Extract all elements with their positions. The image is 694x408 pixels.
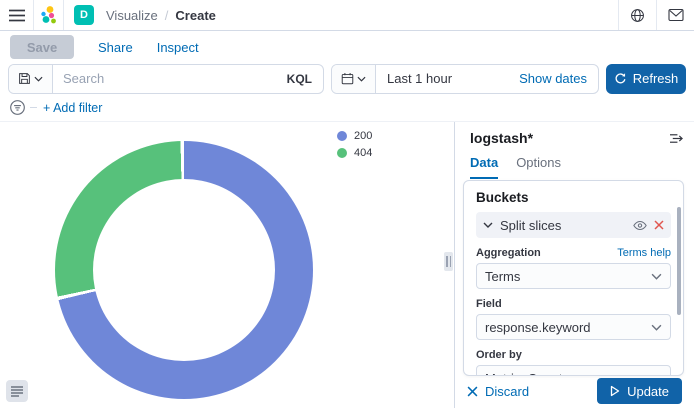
editor-panel: logstash* Data Options Buckets Split sli… <box>455 122 694 408</box>
add-filter-button[interactable]: + Add filter <box>43 101 102 115</box>
chevron-down-icon <box>651 273 662 280</box>
refresh-label: Refresh <box>633 71 679 86</box>
legend-item[interactable]: 200 <box>337 130 372 142</box>
card-scrollbar[interactable] <box>677 207 681 315</box>
aggregation-select[interactable]: Terms <box>476 263 671 289</box>
query-bar: KQL <box>8 64 324 94</box>
list-icon <box>11 386 23 397</box>
save-query-icon <box>18 72 31 85</box>
x-icon <box>654 220 664 230</box>
legend-label: 200 <box>354 130 372 142</box>
app-header: D Visualize / Create <box>0 0 694 31</box>
chevron-down-icon <box>483 222 493 228</box>
date-quick-select-button[interactable] <box>332 65 376 93</box>
legend-toggle-button[interactable] <box>6 380 28 402</box>
breadcrumb-create: Create <box>175 8 215 23</box>
panel-resize-handle[interactable] <box>444 252 453 271</box>
chevron-down-icon <box>357 76 366 82</box>
tab-options[interactable]: Options <box>516 155 561 179</box>
aggregation-label-row: Aggregation Terms help <box>476 247 671 259</box>
query-row: KQL Last 1 hour Show dates Refresh <box>0 63 694 94</box>
time-range-value[interactable]: Last 1 hour <box>376 71 452 86</box>
eye-icon <box>633 220 647 231</box>
buckets-card: Buckets Split slices Aggreg <box>463 180 684 376</box>
kibana-visualize-app: D Visualize / Create Save Share Inspect <box>0 0 694 408</box>
chevron-down-icon <box>34 76 43 82</box>
visualization-area: 200 404 <box>0 122 454 408</box>
buckets-title: Buckets <box>476 190 671 205</box>
envelope-icon <box>668 8 684 22</box>
field-label: Field <box>476 298 502 310</box>
query-language-button[interactable]: KQL <box>276 72 323 86</box>
elastic-logo[interactable] <box>34 0 64 30</box>
legend-item[interactable]: 404 <box>337 147 372 159</box>
field-label-row: Field <box>476 298 671 310</box>
discard-label: Discard <box>485 384 529 399</box>
space-badge[interactable]: D <box>74 5 94 25</box>
aggregation-value: Terms <box>485 269 651 284</box>
breadcrumb: Visualize / Create <box>106 8 216 23</box>
panel-footer: Discard Update <box>455 374 694 408</box>
help-button[interactable] <box>618 0 656 30</box>
update-button[interactable]: Update <box>597 378 682 404</box>
newsfeed-button[interactable] <box>656 0 694 30</box>
saved-query-menu-button[interactable] <box>9 65 53 93</box>
hamburger-icon <box>9 9 25 22</box>
filter-icon <box>9 99 26 116</box>
filter-menu-button[interactable] <box>9 99 26 116</box>
filter-bar: + Add filter <box>0 94 694 122</box>
discard-button[interactable]: Discard <box>467 384 529 399</box>
collapse-panel-button[interactable] <box>669 132 684 145</box>
search-input[interactable] <box>53 65 276 93</box>
menu-button[interactable] <box>0 0 34 30</box>
panel-header: logstash* <box>470 130 684 146</box>
share-button[interactable]: Share <box>98 40 133 55</box>
chevron-down-icon <box>651 324 662 331</box>
field-select[interactable]: response.keyword <box>476 314 671 340</box>
update-label: Update <box>627 384 669 399</box>
x-icon <box>467 386 478 397</box>
remove-bucket-button[interactable] <box>654 220 664 230</box>
index-pattern-title: logstash* <box>470 130 533 146</box>
order-by-label: Order by <box>476 349 522 361</box>
action-toolbar: Save Share Inspect <box>0 31 694 63</box>
collapse-right-icon <box>669 132 684 145</box>
save-button[interactable]: Save <box>10 35 74 59</box>
split-slices-accordion[interactable]: Split slices <box>476 212 671 238</box>
breadcrumb-separator: / <box>165 8 169 23</box>
show-dates-button[interactable]: Show dates <box>519 71 598 86</box>
aggregation-label: Aggregation <box>476 247 541 259</box>
inspect-button[interactable]: Inspect <box>157 40 199 55</box>
toggle-visibility-button[interactable] <box>633 220 647 231</box>
chart-legend: 200 404 <box>337 130 372 159</box>
tab-data[interactable]: Data <box>470 155 498 179</box>
elastic-logo-icon <box>39 5 59 25</box>
field-value: response.keyword <box>485 320 651 335</box>
legend-dot <box>337 148 347 158</box>
filter-divider <box>30 107 37 108</box>
donut-chart[interactable] <box>55 141 313 399</box>
legend-dot <box>337 131 347 141</box>
terms-help-link[interactable]: Terms help <box>617 247 671 259</box>
play-icon <box>610 385 620 397</box>
split-slices-label: Split slices <box>500 218 626 233</box>
order-by-label-row: Order by <box>476 349 671 361</box>
donut-hole <box>93 179 275 361</box>
breadcrumb-visualize[interactable]: Visualize <box>106 8 158 23</box>
refresh-button[interactable]: Refresh <box>606 64 686 94</box>
globe-icon <box>630 8 645 23</box>
refresh-icon <box>614 72 627 85</box>
calendar-icon <box>341 72 354 85</box>
date-picker: Last 1 hour Show dates <box>331 64 599 94</box>
header-right-actions <box>618 0 694 30</box>
panel-tabs: Data Options <box>470 155 561 179</box>
legend-label: 404 <box>354 147 372 159</box>
